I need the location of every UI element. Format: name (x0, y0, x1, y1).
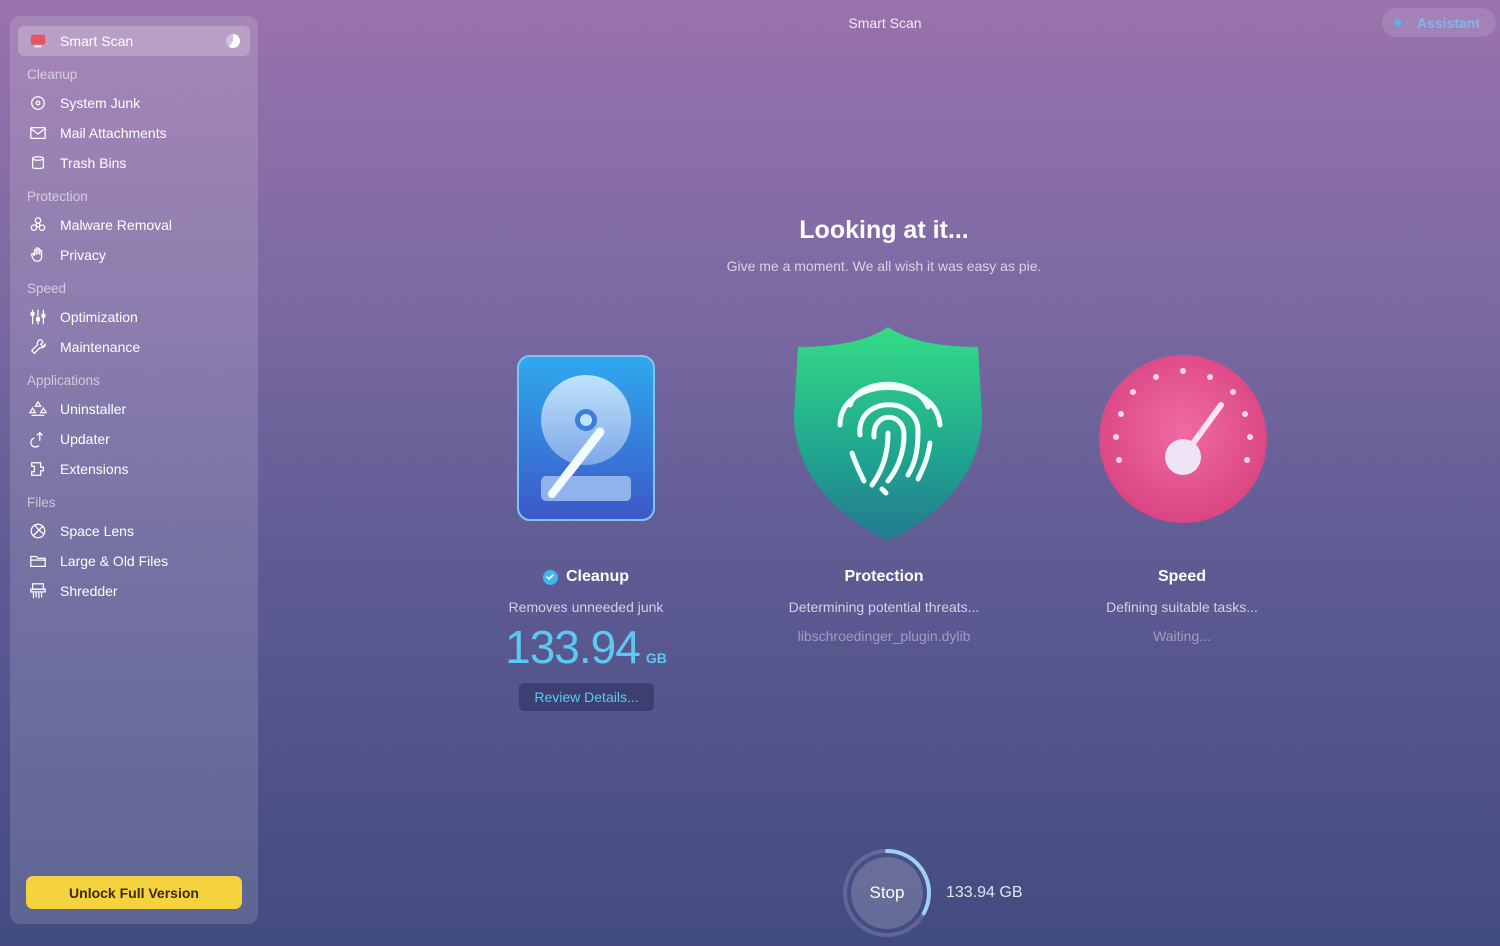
speed-status: Waiting... (1153, 628, 1211, 644)
check-icon (542, 569, 558, 585)
section-label-speed: Speed (27, 281, 67, 296)
sidebar-item-label: Updater (60, 431, 110, 447)
sidebar-item-label: Smart Scan (60, 33, 134, 49)
stop-button[interactable]: Stop (851, 857, 923, 929)
extension-icon (28, 459, 48, 479)
cleanup-size-unit: GB (645, 650, 667, 666)
sidebar-item-label: System Junk (60, 95, 141, 111)
review-details-button[interactable]: Review Details... (519, 683, 654, 711)
sidebar-item-large-old-files[interactable]: Large & Old Files (18, 546, 250, 576)
sidebar-item-updater[interactable]: Updater (18, 424, 250, 454)
sidebar-item-label: Extensions (60, 461, 129, 477)
sidebar-item-label: Maintenance (60, 339, 141, 355)
shredder-icon (28, 581, 48, 601)
cleanup-title: Cleanup (565, 568, 630, 585)
cleanup-panel: Cleanup Removes unneeded junk (436, 568, 736, 615)
envelope-icon (28, 123, 48, 143)
sidebar-item-malware-removal[interactable]: Malware Removal (18, 210, 250, 240)
sidebar-item-label: Large & Old Files (60, 553, 169, 569)
cleanup-description: Removes unneeded junk (508, 599, 664, 615)
apps-icon (28, 399, 48, 419)
assistant-dots-icon (1394, 18, 1409, 27)
hand-icon (28, 245, 48, 265)
scan-progress-icon (226, 34, 240, 48)
protection-title: Protection (844, 568, 924, 585)
scanned-size: 133.94 GB (946, 884, 1023, 901)
sidebar-item-label: Privacy (60, 247, 106, 263)
sidebar-item-label: Malware Removal (60, 217, 173, 233)
sliders-icon (28, 307, 48, 327)
sidebar-item-optimization[interactable]: Optimization (18, 302, 250, 332)
hard-drive-icon (517, 355, 655, 521)
scan-progress-ring: Stop (842, 848, 932, 938)
lens-icon (28, 521, 48, 541)
trash-icon (28, 153, 48, 173)
sidebar-item-label: Space Lens (60, 523, 134, 539)
assistant-button[interactable]: Assistant (1382, 8, 1496, 37)
protection-description: Determining potential threats... (788, 599, 980, 615)
protection-panel: Protection Determining potential threats… (734, 568, 1034, 644)
fingerprint-shield-icon (794, 327, 982, 541)
speed-title: Speed (1157, 568, 1206, 585)
sidebar-item-label: Mail Attachments (60, 125, 167, 141)
biohazard-icon (28, 215, 48, 235)
wrench-icon (28, 337, 48, 357)
speed-panel: Speed Defining suitable tasks... Waiting… (1032, 568, 1332, 644)
section-label-protection: Protection (27, 189, 88, 204)
section-label-files: Files (27, 495, 56, 510)
section-label-applications: Applications (27, 373, 100, 388)
update-arrow-icon (28, 429, 48, 449)
sidebar-item-space-lens[interactable]: Space Lens (18, 516, 250, 546)
sidebar-item-extensions[interactable]: Extensions (18, 454, 250, 484)
cleanup-size: 133.94 GB (486, 620, 686, 674)
window-title: Smart Scan (848, 15, 922, 31)
disc-icon (28, 93, 48, 113)
speed-description: Defining suitable tasks... (1106, 599, 1258, 615)
page-subtitle: Give me a moment. We all wish it was eas… (726, 258, 1042, 274)
sidebar-item-system-junk[interactable]: System Junk (18, 88, 250, 118)
assistant-label: Assistant (1417, 14, 1481, 31)
sidebar-item-label: Uninstaller (60, 401, 127, 417)
sidebar-item-mail-attachments[interactable]: Mail Attachments (18, 118, 250, 148)
monitor-icon (28, 31, 48, 51)
page-title: Looking at it... (799, 216, 969, 244)
protection-current-file: libschroedinger_plugin.dylib (797, 628, 971, 644)
sidebar-item-privacy[interactable]: Privacy (18, 240, 250, 270)
section-label-cleanup: Cleanup (27, 67, 78, 82)
cleanup-size-value: 133.94 (505, 621, 641, 673)
folder-icon (28, 551, 48, 571)
sidebar-item-maintenance[interactable]: Maintenance (18, 332, 250, 362)
unlock-full-version-button[interactable]: Unlock Full Version (26, 876, 242, 909)
sidebar-item-label: Optimization (60, 309, 138, 325)
sidebar: Smart Scan Cleanup System Junk Mail Atta… (10, 16, 258, 924)
sidebar-item-label: Shredder (60, 583, 118, 599)
sidebar-item-trash-bins[interactable]: Trash Bins (18, 148, 250, 178)
sidebar-item-shredder[interactable]: Shredder (18, 576, 250, 606)
sidebar-item-uninstaller[interactable]: Uninstaller (18, 394, 250, 424)
speedometer-icon (1099, 355, 1267, 523)
sidebar-item-label: Trash Bins (60, 155, 127, 171)
